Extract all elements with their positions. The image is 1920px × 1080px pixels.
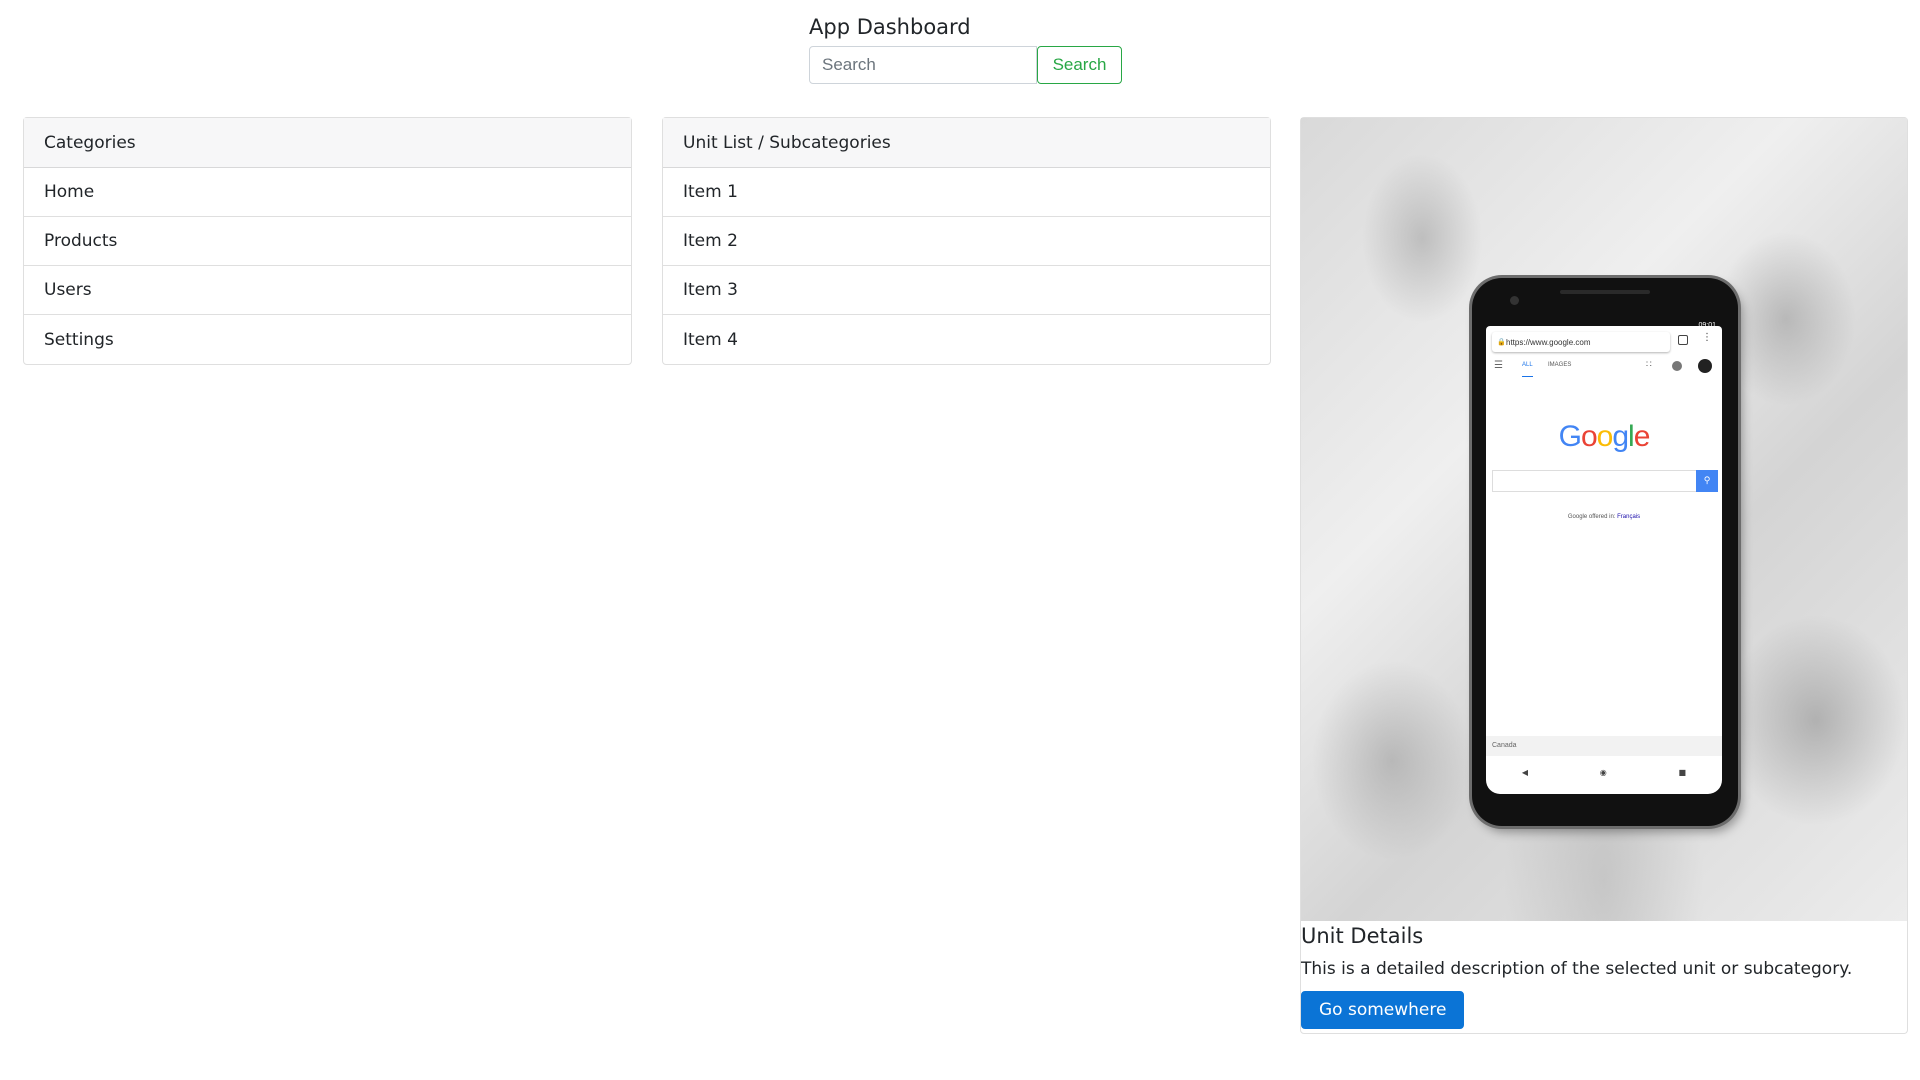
units-panel: Unit List / Subcategories Item 1 Item 2 …: [662, 117, 1271, 365]
unit-item-1[interactable]: Item 1: [663, 168, 1270, 217]
search-icon: ⚲: [1696, 470, 1718, 492]
lock-icon: 🔒: [1497, 339, 1506, 346]
unit-item-2[interactable]: Item 2: [663, 217, 1270, 266]
phone-screen: 🔒 https://www.google.com ⋮ ☰ ALL IMAGES …: [1486, 326, 1722, 794]
units-header: Unit List / Subcategories: [663, 118, 1270, 168]
camera-dot: [1510, 296, 1519, 305]
menu-icon: ☰: [1494, 360, 1503, 371]
browser-url-bar: 🔒 https://www.google.com: [1492, 332, 1670, 352]
categories-panel: Categories Home Products Users Settings: [23, 117, 632, 365]
google-footer-country: Canada: [1486, 736, 1722, 756]
category-item-users[interactable]: Users: [24, 266, 631, 315]
phone-on-marble-image: 09:01 🔒 https://www.google.com ⋮ ☰ ALL I…: [1301, 118, 1907, 921]
search-form: Search: [809, 46, 1122, 84]
google-nav: ☰ ALL IMAGES ∷: [1486, 358, 1722, 378]
app-header: App Dashboard: [809, 14, 971, 40]
smartphone-illustration: 09:01 🔒 https://www.google.com ⋮ ☰ ALL I…: [1472, 278, 1738, 826]
search-input[interactable]: [809, 46, 1037, 84]
category-item-products[interactable]: Products: [24, 217, 631, 266]
offered-language: Français: [1617, 514, 1641, 520]
app-title: App Dashboard: [809, 15, 971, 39]
go-somewhere-button[interactable]: Go somewhere: [1301, 991, 1465, 1029]
recents-icon: ■: [1678, 767, 1687, 777]
offered-label: Google offered in:: [1567, 514, 1616, 520]
avatar-icon: [1698, 359, 1712, 373]
unit-item-3[interactable]: Item 3: [663, 266, 1270, 315]
category-item-settings[interactable]: Settings: [24, 315, 631, 364]
search-button[interactable]: Search: [1037, 46, 1122, 84]
home-icon: ◉: [1599, 767, 1607, 777]
android-navbar: ◀ ◉ ■: [1486, 760, 1722, 784]
google-offered-in: Google offered in: Français: [1486, 514, 1722, 520]
unit-details-title: Unit Details: [1301, 924, 1424, 948]
google-search-box: [1492, 470, 1696, 492]
browser-url-text: https://www.google.com: [1506, 337, 1591, 347]
back-icon: ◀: [1521, 767, 1529, 777]
unit-details-body: Unit Details This is a detailed descript…: [1301, 921, 1907, 1029]
more-vertical-icon: ⋮: [1702, 332, 1712, 343]
account-circle-icon: [1672, 361, 1682, 371]
unit-details-card: 09:01 🔒 https://www.google.com ⋮ ☰ ALL I…: [1300, 117, 1908, 1034]
google-logo: Google: [1558, 420, 1651, 453]
categories-header: Categories: [24, 118, 631, 168]
tabs-icon: [1678, 335, 1688, 345]
category-item-home[interactable]: Home: [24, 168, 631, 217]
apps-grid-icon: ∷: [1646, 359, 1652, 369]
google-tab-all: ALL: [1522, 362, 1533, 377]
unit-item-4[interactable]: Item 4: [663, 315, 1270, 364]
google-tab-images: IMAGES: [1548, 362, 1572, 368]
phone-speaker: [1560, 290, 1650, 294]
unit-details-description: This is a detailed description of the se…: [1301, 959, 1853, 979]
